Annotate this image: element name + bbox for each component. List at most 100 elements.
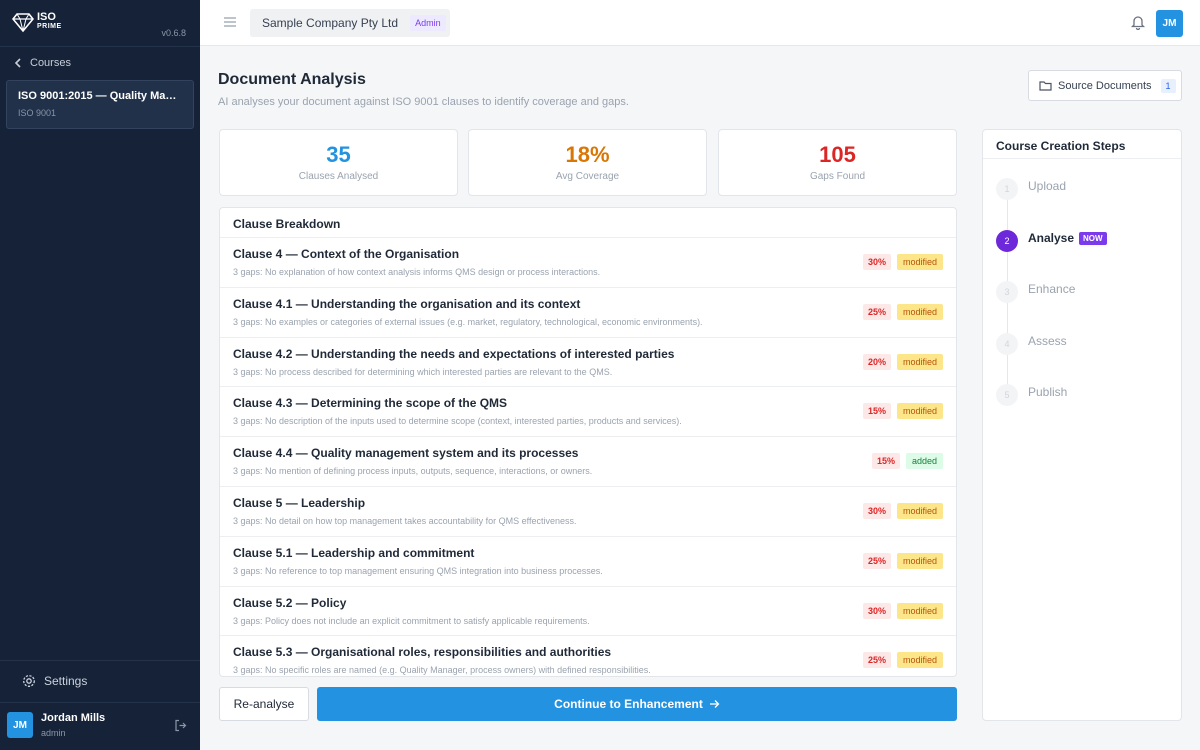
clause-title: Clause 5.2 — Policy — [233, 595, 347, 610]
source-documents-label: Source Documents — [1058, 79, 1152, 92]
coverage-badge: 25% — [862, 652, 891, 669]
clause-row[interactable]: Clause 5.3 — Organisational roles, respo… — [220, 636, 956, 676]
coverage-badge: 25% — [862, 303, 891, 320]
avatar[interactable]: JM — [1156, 10, 1183, 37]
clause-title: Clause 4.3 — Determining the scope of th… — [233, 396, 508, 411]
back-label: Courses — [30, 57, 71, 69]
stat-card-clauses: 35 Clauses Analysed — [219, 129, 458, 196]
course-item-active[interactable]: ISO 9001:2015 — Quality Management Syste… — [6, 80, 194, 129]
clause-gaps: 3 gaps: No description of the inputs use… — [233, 416, 682, 427]
continue-to-enhancement-button[interactable]: Continue to Enhancement — [317, 687, 957, 721]
clause-row[interactable]: Clause 5.1 — Leadership and commitment 3… — [220, 537, 956, 587]
stat-label: Clauses Analysed — [298, 171, 379, 182]
admin-badge: Admin — [410, 15, 446, 31]
clause-title: Clause 5 — Leadership — [233, 495, 366, 510]
source-documents-button[interactable]: Source Documents 1 — [1028, 70, 1182, 101]
coverage-badge: 25% — [862, 552, 891, 569]
top-bar: Sample Company Pty Ltd Admin JM — [200, 0, 1200, 46]
page-subtitle: AI analyses your document against ISO 90… — [218, 96, 629, 108]
coverage-badge: 15% — [871, 453, 900, 470]
clause-gaps: 3 gaps: Policy does not include an expli… — [233, 615, 590, 626]
clause-gaps: 3 gaps: No specific roles are named (e.g… — [233, 665, 651, 676]
clause-gaps: 3 gaps: No examples or categories of ext… — [233, 316, 703, 327]
clause-row[interactable]: Clause 4 — Context of the Organisation 3… — [220, 238, 956, 288]
clause-gaps: 3 gaps: No process described for determi… — [233, 366, 613, 377]
step-number: 2 — [996, 230, 1018, 252]
clause-gaps: 3 gaps: No mention of defining process i… — [233, 466, 593, 477]
status-badge: modified — [896, 303, 943, 320]
reanalyse-button[interactable]: Re-analyse — [219, 687, 309, 721]
clause-title: Clause 4.4 — Quality management system a… — [233, 446, 579, 461]
user-profile[interactable]: JM Jordan Mills admin — [7, 712, 193, 738]
diamond-logo-icon — [12, 13, 34, 33]
hamburger-menu-icon[interactable] — [223, 16, 237, 28]
step-connector — [1007, 355, 1008, 387]
coverage-badge: 30% — [862, 502, 891, 519]
status-badge: modified — [896, 403, 943, 420]
company-name: Sample Company Pty Ltd — [262, 16, 399, 30]
status-badge: modified — [896, 254, 943, 270]
step-assess[interactable]: 4 Assess — [996, 333, 1067, 355]
step-number: 3 — [996, 281, 1018, 303]
stat-card-coverage: 18% Avg Coverage — [468, 129, 707, 196]
now-badge: NOW — [1079, 232, 1107, 246]
step-label: Upload — [1028, 179, 1067, 193]
coverage-badge: 30% — [862, 254, 891, 270]
clause-row[interactable]: Clause 4.2 — Understanding the needs and… — [220, 338, 956, 388]
status-badge: added — [905, 453, 943, 470]
clause-title: Clause 4.2 — Understanding the needs and… — [233, 346, 675, 361]
back-to-courses-link[interactable]: Courses — [14, 57, 71, 69]
iso-prime-logo[interactable]: ISO PRIME — [12, 11, 62, 33]
clause-row[interactable]: Clause 5.2 — Policy 3 gaps: Policy does … — [220, 587, 956, 637]
clause-row[interactable]: Clause 4.3 — Determining the scope of th… — [220, 387, 956, 438]
stat-card-gaps: 105 Gaps Found — [718, 129, 957, 196]
course-creation-steps-panel: Course Creation Steps 1 Upload 2 Analyse… — [982, 129, 1182, 721]
clause-row[interactable]: Clause 4.4 — Quality management system a… — [220, 437, 956, 487]
coverage-badge: 15% — [862, 403, 891, 420]
company-selector[interactable]: Sample Company Pty Ltd Admin — [250, 9, 450, 37]
status-badge: modified — [896, 602, 943, 619]
user-name: Jordan Mills — [41, 712, 106, 724]
step-connector — [1007, 303, 1008, 335]
step-upload[interactable]: 1 Upload — [996, 178, 1066, 200]
coverage-badge: 30% — [862, 602, 891, 619]
settings-link[interactable]: Settings — [22, 674, 87, 688]
logo-line2: PRIME — [37, 23, 62, 30]
stat-label: Gaps Found — [809, 171, 866, 182]
status-badge: modified — [896, 652, 943, 669]
sidebar-divider — [0, 660, 200, 661]
stat-value: 35 — [326, 142, 351, 167]
settings-label: Settings — [44, 674, 88, 688]
clause-breakdown-panel[interactable]: Clause Breakdown Clause 4 — Context of t… — [219, 207, 957, 677]
step-enhance[interactable]: 3 Enhance — [996, 281, 1075, 303]
step-number: 5 — [996, 384, 1018, 406]
sidebar-divider — [0, 46, 200, 47]
course-subtitle: ISO 9001 — [18, 108, 57, 118]
step-publish[interactable]: 5 Publish — [996, 384, 1067, 406]
bell-icon[interactable] — [1130, 14, 1146, 30]
status-badge: modified — [896, 552, 943, 569]
steps-title: Course Creation Steps — [983, 130, 1181, 159]
step-label: Publish — [1028, 385, 1068, 399]
clause-gaps: 3 gaps: No reference to top management e… — [233, 565, 603, 576]
status-badge: modified — [896, 502, 943, 519]
gear-icon — [23, 675, 35, 687]
clause-gaps: 3 gaps: No explanation of how context an… — [233, 267, 601, 277]
step-label: Analyse — [1028, 231, 1075, 245]
step-label: Assess — [1028, 334, 1067, 348]
clause-gaps: 3 gaps: No detail on how top management … — [233, 515, 577, 526]
step-number: 4 — [996, 333, 1018, 355]
step-analyse[interactable]: 2 Analyse NOW — [996, 230, 1107, 252]
folder-icon — [1039, 81, 1052, 91]
step-label: Enhance — [1028, 282, 1076, 296]
avatar: JM — [7, 712, 33, 738]
page-title: Document Analysis — [218, 71, 366, 88]
logout-icon[interactable] — [174, 719, 187, 732]
clause-row[interactable]: Clause 4.1 — Understanding the organisat… — [220, 288, 956, 338]
clause-row[interactable]: Clause 5 — Leadership 3 gaps: No detail … — [220, 487, 956, 537]
clause-title: Clause 5.3 — Organisational roles, respo… — [233, 645, 612, 660]
status-badge: modified — [896, 353, 943, 370]
chevron-left-icon — [14, 58, 21, 68]
sidebar-divider — [0, 702, 200, 703]
version-label: v0.6.8 — [161, 28, 186, 38]
